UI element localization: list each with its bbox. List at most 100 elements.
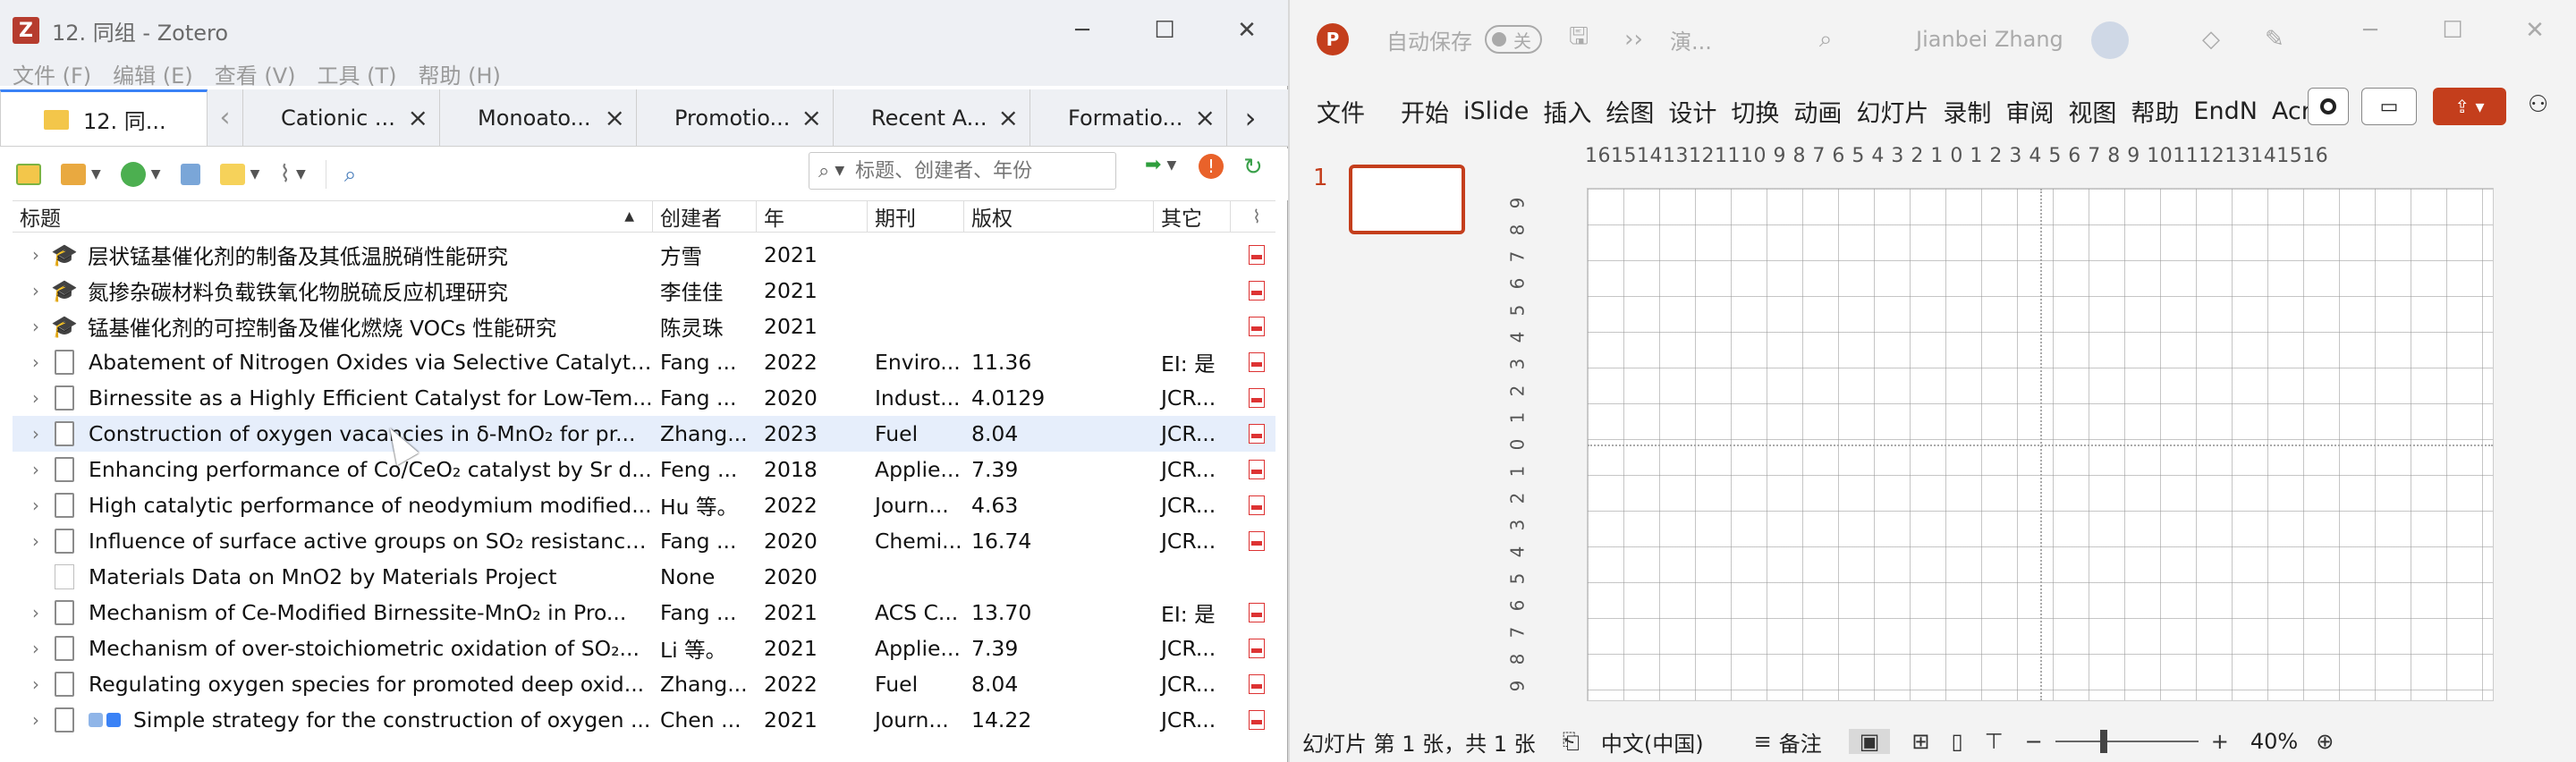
column-extra[interactable]: 其它 [1154,200,1231,233]
tab-endnote[interactable]: EndN [2193,97,2258,125]
spellcheck-icon[interactable]: ⎗ [1563,729,1580,754]
table-row[interactable]: › Enhancing performance of Co/CeO₂ cataly… [13,452,1275,487]
zoom-out-icon[interactable]: − [2025,729,2043,754]
tab-close-icon[interactable]: × [998,103,1019,132]
expand-chevron-icon[interactable]: › [32,709,52,731]
new-library-button[interactable]: ▼ [61,159,101,190]
new-note-button[interactable]: ▼ [219,159,259,190]
cell-attachment[interactable] [1231,352,1275,372]
tab-help[interactable]: 帮助 [2131,94,2179,129]
column-attachments[interactable]: ⌇ [1231,200,1275,233]
table-row[interactable]: › Abatement of Nitrogen Oxides via Select… [13,344,1275,380]
search-icon[interactable]: ⌕ [1819,26,1833,54]
cell-attachment[interactable] [1231,245,1275,265]
table-row[interactable]: › Influence of surface active groups on S… [13,523,1275,559]
cell-attachment[interactable] [1231,317,1275,336]
cell-attachment[interactable] [1231,281,1275,301]
fit-slide-icon[interactable]: ⊕ [2316,729,2334,754]
minimize-icon[interactable]: ─ [1041,0,1123,61]
advanced-search-button[interactable]: ⌕ [344,159,356,190]
locate-button[interactable]: ➡ ▼ [1145,154,1176,176]
cell-attachment[interactable] [1231,639,1275,658]
column-year[interactable]: 年 [757,200,868,233]
table-row[interactable]: › Mechanism of over-stoichiometric oxidat… [13,631,1275,666]
add-attachment-button[interactable]: ⌇ ▼ [279,159,305,190]
expand-chevron-icon[interactable]: › [32,387,52,409]
slide-canvas[interactable] [1587,188,2494,701]
expand-chevron-icon[interactable]: › [32,673,52,695]
pdf-icon[interactable] [1249,674,1265,694]
column-title[interactable]: 标题 ▲ [13,200,653,233]
tab-close-icon[interactable]: × [1195,103,1216,132]
pdf-icon[interactable] [1249,460,1265,479]
minimize-icon[interactable]: ─ [2329,0,2411,61]
tab-slideshow[interactable]: 幻灯片 [1856,94,1928,129]
pdf-icon[interactable] [1249,424,1265,444]
tab-view[interactable]: 视图 [2068,94,2116,129]
table-row[interactable]: › Mechanism of Ce-Modified Birnessite-MnO… [13,595,1275,631]
pdf-icon[interactable] [1249,317,1265,336]
maximize-icon[interactable]: ☐ [1123,0,1206,61]
cell-attachment[interactable] [1231,603,1275,622]
comments-button[interactable]: ▭ [2361,88,2417,125]
pdf-icon[interactable] [1249,388,1265,408]
zoom-in-icon[interactable]: + [2211,729,2229,754]
tab-islide[interactable]: iSlide [1463,97,1529,125]
table-row[interactable]: › Simple strategy for the construction of… [13,702,1275,738]
tab-reader[interactable]: Cationic ... × [243,89,440,146]
expand-chevron-icon[interactable]: › [32,351,52,373]
close-icon[interactable]: ✕ [1206,0,1288,61]
slideshow-icon[interactable]: ⊤ [1985,729,2004,754]
expand-chevron-icon[interactable]: › [32,423,52,444]
menu-help[interactable]: 帮助 (H) [419,58,501,89]
zoom-level[interactable]: 40% [2250,729,2298,754]
slide-sorter-icon[interactable]: ⊞ [1911,729,1929,754]
menu-file[interactable]: 文件 (F) [13,58,91,89]
tab-file[interactable]: 文件 [1317,94,1365,129]
tab-reader[interactable]: Recent A... × [834,89,1030,146]
column-rights[interactable]: 版权 [964,200,1154,233]
zoom-slider[interactable] [2055,730,2199,753]
share-button[interactable]: ⇪ ▾ [2433,88,2506,125]
maximize-icon[interactable]: ☐ [2411,0,2494,61]
document-title[interactable]: 演... [1670,24,1712,55]
search-mode-dropdown-icon[interactable]: ▼ [835,164,844,178]
expand-chevron-icon[interactable]: › [32,459,52,480]
slide-thumbnail[interactable] [1349,165,1465,234]
coauthor-icon[interactable]: ⚇ [2528,91,2548,118]
tab-close-icon[interactable]: × [605,103,625,132]
tab-scroll-left-icon[interactable]: ‹ [208,89,243,146]
avatar[interactable] [2091,21,2129,59]
cell-attachment[interactable] [1231,710,1275,730]
menu-tools[interactable]: 工具 (T) [317,58,396,89]
tab-reader[interactable]: Monoato... × [440,89,637,146]
pdf-icon[interactable] [1249,639,1265,658]
menu-edit[interactable]: 编辑 (E) [113,58,193,89]
close-icon[interactable]: ✕ [2494,0,2576,61]
pdf-icon[interactable] [1249,710,1265,730]
tab-review[interactable]: 审阅 [2005,94,2054,129]
pen-icon[interactable]: ✎ [2265,26,2284,53]
tab-design[interactable]: 设计 [1668,94,1716,129]
diamond-icon[interactable]: ◇ [2202,26,2220,53]
cell-attachment[interactable] [1231,674,1275,694]
cell-attachment[interactable] [1231,424,1275,444]
expand-chevron-icon[interactable]: › [32,280,52,301]
expand-chevron-icon[interactable]: › [32,244,52,266]
table-row[interactable]: › High catalytic performance of neodymium… [13,487,1275,523]
table-row[interactable]: › 🎓 锰基催化剂的可控制备及催化燃烧 VOCs 性能研究 陈灵珠 2021 [13,309,1275,344]
expand-chevron-icon[interactable]: › [32,530,52,552]
tab-library[interactable]: 12. 同... [0,89,208,146]
pdf-icon[interactable] [1249,281,1265,301]
tab-draw[interactable]: 绘图 [1606,94,1654,129]
tab-transitions[interactable]: 切换 [1731,94,1779,129]
cell-attachment[interactable] [1231,460,1275,479]
search-input[interactable] [855,159,1080,182]
expand-chevron-icon[interactable]: › [32,316,52,337]
user-name[interactable]: Jianbei Zhang [1916,27,2063,52]
record-button[interactable] [2308,88,2349,125]
expand-chevron-icon[interactable]: › [32,602,52,623]
pdf-icon[interactable] [1249,531,1265,551]
menu-view[interactable]: 查看 (V) [215,58,296,89]
tab-record[interactable]: 录制 [1943,94,1991,129]
